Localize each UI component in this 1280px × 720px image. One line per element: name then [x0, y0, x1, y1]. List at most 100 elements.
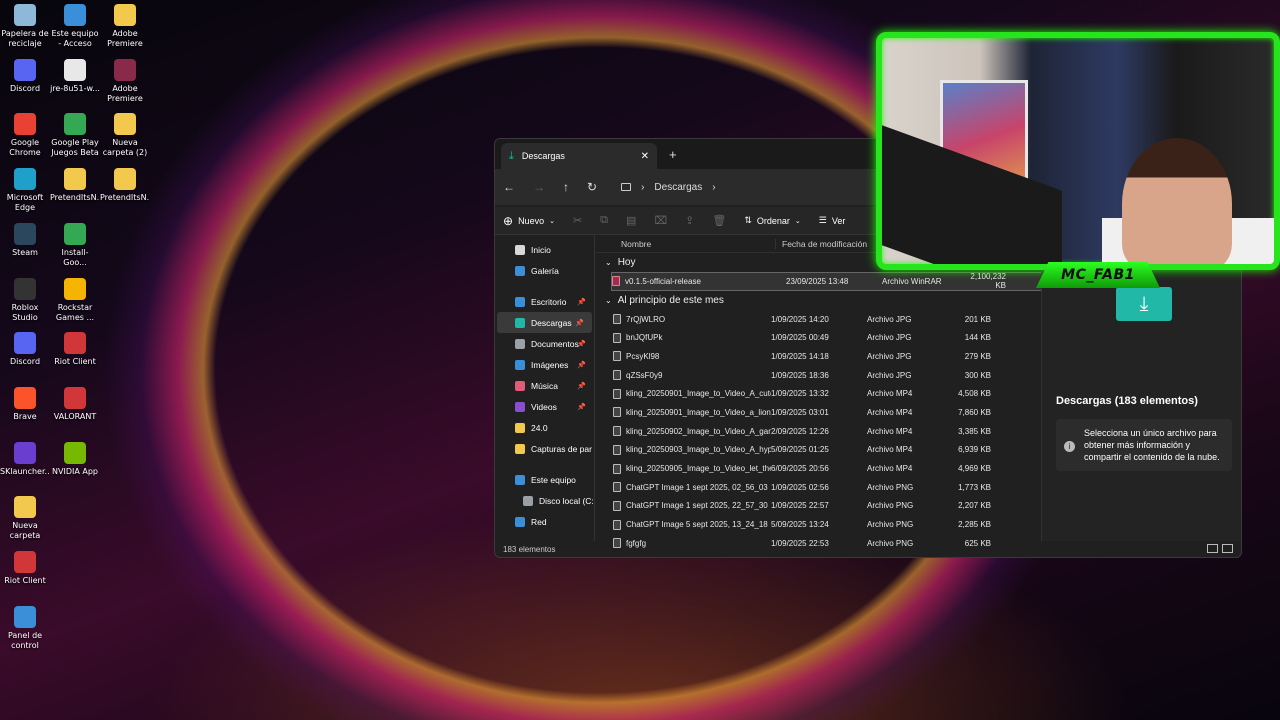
- tab-title: Descargas: [521, 151, 565, 161]
- file-date: 2/09/2025 12:26: [771, 426, 829, 436]
- file-icon: [613, 444, 621, 455]
- desktop-shortcut[interactable]: Riot Client: [0, 547, 50, 586]
- sidebar-item[interactable]: Galería: [495, 260, 594, 281]
- desktop-shortcut[interactable]: Install-Goo...: [50, 219, 100, 268]
- desktop-shortcut[interactable]: Riot Client: [50, 328, 100, 367]
- breadcrumb-chevron-icon[interactable]: ›: [641, 182, 644, 193]
- desktop-shortcut[interactable]: Discord: [0, 328, 50, 367]
- desktop-shortcut[interactable]: Discord: [0, 55, 50, 94]
- desktop-shortcut[interactable]: Adobe Premiere Pr...: [100, 55, 150, 104]
- desktop-shortcut[interactable]: VALORANT: [50, 383, 100, 422]
- tab-descargas[interactable]: ⤓ Descargas ✕: [501, 143, 657, 169]
- valorant-icon: [64, 386, 86, 409]
- desktop-shortcut[interactable]: Papelera de reciclaje: [0, 0, 50, 49]
- sidebar-item[interactable]: Disco local (C:: [495, 490, 594, 511]
- paste-icon[interactable]: ▤: [626, 214, 636, 227]
- desktop-shortcut[interactable]: NVIDIA App: [50, 438, 100, 477]
- address-bar[interactable]: › Descargas ›: [621, 182, 716, 193]
- file-icon: [613, 463, 621, 474]
- desktop-shortcut[interactable]: SKlauncher...: [0, 438, 50, 477]
- close-tab-icon[interactable]: ✕: [641, 151, 649, 162]
- desktop-shortcut-label: Microsoft Edge: [6, 193, 44, 213]
- sidebar-item[interactable]: Música 📌: [495, 375, 594, 396]
- desktop-shortcut[interactable]: Panel de control: [0, 602, 50, 651]
- file-size: 7,860 KB: [958, 407, 991, 417]
- forward-arrow-icon[interactable]: →: [533, 180, 545, 194]
- desktop-shortcut[interactable]: Roblox Studio: [0, 274, 50, 323]
- desktop-shortcut[interactable]: Adobe Premiere Pr...: [100, 0, 150, 49]
- sidebar-item-label: Escritorio: [531, 296, 567, 307]
- desktop-shortcut-label: Brave: [13, 411, 37, 421]
- sidebar-item[interactable]: Escritorio 📌: [495, 291, 594, 312]
- up-arrow-icon[interactable]: ↑: [563, 180, 569, 194]
- desktop-shortcut[interactable]: jre-8u51-w...: [50, 55, 100, 94]
- sidebar-item[interactable]: Videos 📌: [495, 396, 594, 417]
- sidebar-item[interactable]: Red: [495, 511, 594, 532]
- desktop-shortcut[interactable]: Google Play Juegos Beta: [50, 109, 100, 158]
- new-button[interactable]: ⊕ Nuevo ⌄: [503, 214, 555, 228]
- sidebar-item[interactable]: Inicio: [495, 239, 594, 260]
- network-icon: [515, 516, 525, 527]
- desktop-shortcut[interactable]: Este equipo - Acceso dir...: [50, 0, 100, 49]
- new-tab-button[interactable]: +: [669, 147, 677, 162]
- file-type: Archivo JPG: [867, 351, 912, 361]
- back-arrow-icon[interactable]: ←: [503, 180, 515, 194]
- documents-icon: [515, 338, 525, 349]
- home-icon: [515, 244, 525, 255]
- file-type: Archivo MP4: [867, 464, 913, 474]
- file-type: Archivo MP4: [867, 445, 913, 455]
- view-button[interactable]: ☰ Ver: [819, 215, 846, 226]
- share-icon[interactable]: ⇪: [685, 214, 694, 227]
- file-date: 1/09/2025 18:36: [771, 370, 829, 380]
- refresh-icon[interactable]: ↻: [587, 180, 597, 194]
- folder-icon: [114, 113, 136, 136]
- desktop-shortcut[interactable]: Brave: [0, 383, 50, 422]
- file-name: ChatGPT Image 1 sept 2025, 22_57_30: [626, 501, 768, 511]
- sidebar-item[interactable]: Descargas 📌: [497, 312, 592, 333]
- status-bar: 183 elementos: [495, 541, 1241, 557]
- desktop-shortcut[interactable]: PretendItsN...: [50, 164, 100, 203]
- desktop-shortcut[interactable]: Google Chrome: [0, 109, 50, 158]
- sort-button[interactable]: ⇅ Ordenar ⌄: [744, 215, 800, 226]
- column-header-date[interactable]: Fecha de modificación: [775, 238, 871, 249]
- desktop-shortcut[interactable]: Nueva carpeta (2): [100, 109, 150, 158]
- desktop-shortcut[interactable]: Steam: [0, 219, 50, 258]
- rename-icon[interactable]: ⌧: [654, 214, 667, 227]
- google-play-games-icon: [64, 113, 86, 136]
- file-icon: [613, 407, 621, 418]
- sidebar-item[interactable]: Capturas de par: [495, 438, 594, 459]
- file-icon: [613, 332, 621, 343]
- copy-icon[interactable]: ⧉: [600, 214, 608, 227]
- desktop-shortcut-label: Rockstar Games ...: [55, 302, 95, 322]
- file-icon: [613, 370, 621, 381]
- file-date: 1/09/2025 03:01: [771, 407, 829, 417]
- view-button-label: Ver: [831, 215, 846, 226]
- delete-icon[interactable]: 🗑: [712, 214, 726, 227]
- desktop-icon-grid: Papelera de reciclaje Este equipo - Acces…: [0, 0, 160, 720]
- control-panel-icon: [14, 605, 36, 628]
- desktop-shortcut-label: Steam: [12, 247, 38, 257]
- chevron-down-icon: ⌄: [605, 295, 612, 305]
- sidebar-item[interactable]: Imágenes 📌: [495, 354, 594, 375]
- desktop-shortcut[interactable]: Rockstar Games ...: [50, 274, 100, 323]
- breadcrumb-chevron-icon[interactable]: ›: [712, 182, 715, 193]
- breadcrumb-descargas[interactable]: Descargas: [654, 182, 702, 193]
- desktop-shortcut[interactable]: Microsoft Edge: [0, 164, 50, 213]
- sidebar-item-label: Disco local (C:: [539, 495, 594, 506]
- cut-icon[interactable]: ✂: [573, 214, 582, 227]
- file-name-cell: bnJQfUPk: [595, 332, 771, 343]
- file-size: 6,939 KB: [958, 445, 991, 455]
- tiles-view-icon[interactable]: [1222, 544, 1233, 553]
- sidebar-item[interactable]: 24.0: [495, 417, 594, 438]
- sidebar-item[interactable]: Este equipo: [495, 469, 594, 490]
- desktop-shortcut[interactable]: PretendItsN...: [100, 164, 150, 203]
- column-header-name[interactable]: Nombre: [595, 239, 775, 249]
- file-type: Archivo PNG: [867, 501, 914, 511]
- desktop-shortcut[interactable]: Nueva carpeta: [0, 492, 50, 541]
- details-view-icon[interactable]: [1207, 544, 1218, 553]
- desktop-shortcut-label: Este equipo - Acceso dir...: [51, 29, 99, 48]
- desktop-shortcut-label: Nueva carpeta (2): [102, 138, 148, 158]
- sidebar-item[interactable]: Documentos 📌: [495, 333, 594, 354]
- file-date: 23/09/2025 13:48: [786, 276, 849, 286]
- file-name: kling_20250901_Image_to_Video_a_lion_d..…: [626, 407, 771, 417]
